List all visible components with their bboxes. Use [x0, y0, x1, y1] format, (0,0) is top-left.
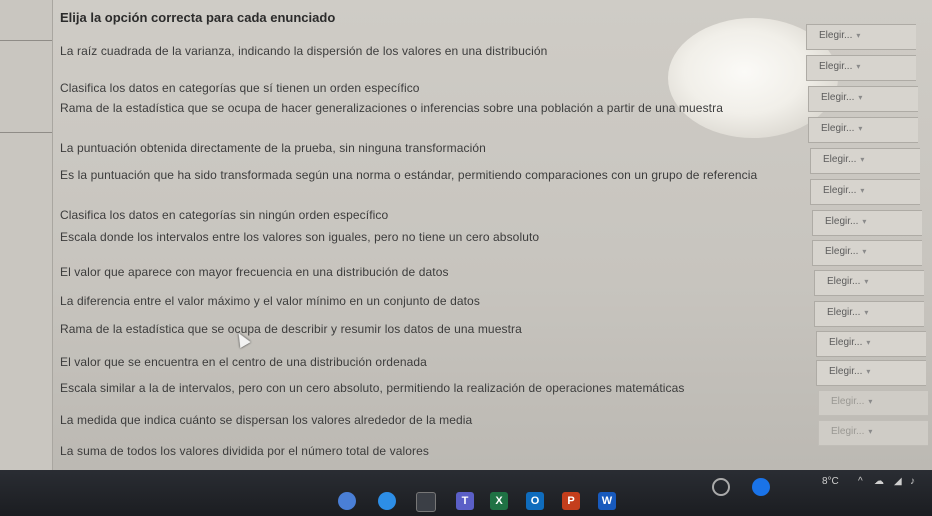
divider [0, 40, 52, 41]
statement-9: La diferencia entre el valor máximo y el… [60, 294, 480, 308]
weather-temperature: 8°C [822, 476, 839, 487]
files-icon[interactable] [416, 492, 436, 512]
chevron-down-icon: ▾ [866, 338, 871, 347]
select-value: Elegir... [821, 123, 855, 134]
select-value: Elegir... [827, 276, 861, 287]
maps-icon[interactable] [752, 478, 770, 496]
answer-select-3[interactable]: Elegir... ▾ [808, 86, 918, 112]
chevron-down-icon: ▾ [868, 397, 873, 406]
chevron-down-icon: ▾ [864, 277, 869, 286]
statement-4: La puntuación obtenida directamente de l… [60, 141, 486, 155]
answer-select-4[interactable]: Elegir... ▾ [808, 117, 918, 143]
chevron-down-icon: ▾ [860, 186, 865, 195]
answer-select-7[interactable]: Elegir... ▾ [812, 210, 922, 236]
statement-2: Clasifica los datos en categorías que sí… [60, 81, 420, 95]
answer-select-9[interactable]: Elegir... ▾ [814, 270, 924, 296]
select-value: Elegir... [829, 366, 863, 377]
taskbar: T X O P W 8°C ^ ☁ ◢ ♪ [0, 470, 932, 516]
chevron-down-icon: ▾ [866, 367, 871, 376]
answer-select-10[interactable]: Elegir... ▾ [814, 301, 924, 327]
chevron-down-icon: ▾ [862, 217, 867, 226]
answer-select-8[interactable]: Elegir... ▾ [812, 240, 922, 266]
powerpoint-icon[interactable]: P [562, 492, 580, 510]
select-value: Elegir... [819, 61, 853, 72]
edge-icon[interactable] [378, 492, 396, 510]
select-value: Elegir... [825, 216, 859, 227]
cortana-icon[interactable] [712, 478, 730, 496]
answer-select-6[interactable]: Elegir... ▾ [810, 179, 920, 205]
select-value: Elegir... [823, 185, 857, 196]
chevron-down-icon: ▾ [860, 155, 865, 164]
statement-8: El valor que aparece con mayor frecuenci… [60, 265, 449, 279]
volume-icon[interactable]: ♪ [910, 476, 915, 487]
answer-select-11[interactable]: Elegir... ▾ [816, 331, 926, 357]
statement-11: El valor que se encuentra en el centro d… [60, 355, 427, 369]
chevron-down-icon: ▾ [856, 31, 861, 40]
chevron-down-icon: ▾ [868, 427, 873, 436]
answer-select-13[interactable]: Elegir... ▾ [818, 390, 928, 416]
word-icon[interactable]: W [598, 492, 616, 510]
select-value: Elegir... [831, 426, 865, 437]
chevron-down-icon: ▾ [858, 93, 863, 102]
chevron-down-icon: ▾ [858, 124, 863, 133]
select-value: Elegir... [831, 396, 865, 407]
select-value: Elegir... [819, 30, 853, 41]
excel-icon[interactable]: X [490, 492, 508, 510]
select-value: Elegir... [823, 154, 857, 165]
chevron-down-icon: ▾ [856, 62, 861, 71]
statement-5: Es la puntuación que ha sido transformad… [60, 168, 758, 182]
statement-1: La raíz cuadrada de la varianza, indican… [60, 44, 548, 58]
cloud-icon[interactable]: ☁ [874, 476, 884, 487]
question-heading: Elija la opción correcta para cada enunc… [60, 10, 336, 25]
statement-7: Escala donde los intervalos entre los va… [60, 230, 540, 244]
statement-6: Clasifica los datos en categorías sin ni… [60, 208, 389, 222]
statement-10: Rama de la estadística que se ocupa de d… [60, 322, 522, 336]
select-value: Elegir... [827, 307, 861, 318]
chevron-up-icon[interactable]: ^ [858, 476, 863, 487]
statement-14: La suma de todos los valores dividida po… [60, 444, 430, 458]
select-value: Elegir... [829, 337, 863, 348]
answer-select-12[interactable]: Elegir... ▾ [816, 360, 926, 386]
answer-select-5[interactable]: Elegir... ▾ [810, 148, 920, 174]
chevron-down-icon: ▾ [864, 308, 869, 317]
answer-select-14[interactable]: Elegir... ▾ [818, 420, 928, 446]
statement-13: La medida que indica cuánto se dispersan… [60, 413, 473, 427]
chevron-down-icon: ▾ [862, 247, 867, 256]
teams-icon[interactable]: T [456, 492, 474, 510]
outlook-icon[interactable]: O [526, 492, 544, 510]
answer-select-2[interactable]: Elegir... ▾ [806, 55, 916, 81]
select-value: Elegir... [825, 246, 859, 257]
answer-select-1[interactable]: Elegir... ▾ [806, 24, 916, 50]
left-panel [0, 0, 53, 470]
chrome-icon[interactable] [338, 492, 356, 510]
wifi-icon[interactable]: ◢ [894, 476, 902, 487]
statement-12: Escala similar a la de intervalos, pero … [60, 381, 685, 395]
divider [0, 132, 52, 133]
select-value: Elegir... [821, 92, 855, 103]
statement-3: Rama de la estadística que se ocupa de h… [60, 101, 723, 115]
